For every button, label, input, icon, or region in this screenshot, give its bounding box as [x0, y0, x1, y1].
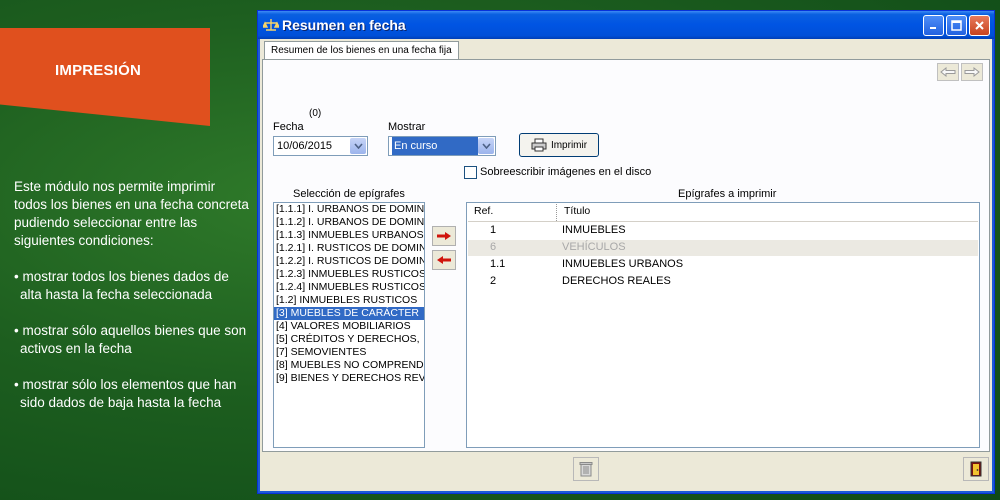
scale-icon [261, 17, 281, 33]
epigrafes-grid[interactable]: Ref. Título 1 INMUEBLES 6 VEHÍCULOS 1.1 INMUE… [466, 202, 980, 448]
window-title: Resumen en fecha [282, 17, 406, 33]
list-item[interactable]: [1.2.1] I. RUSTICOS DE DOMINIO [274, 242, 424, 255]
overwrite-label: Sobreescribir imágenes en el disco [480, 166, 652, 178]
list-item[interactable]: [8] MUEBLES NO COMPRENDIDOS [274, 359, 424, 372]
mostrar-label: Mostrar [388, 121, 426, 133]
list-item[interactable]: [9] BIENES Y DERECHOS REV [274, 372, 424, 385]
seleccion-listbox[interactable]: [1.1.1] I. URBANOS DE DOMINIO [1.1.2] I. … [273, 202, 425, 448]
overwrite-checkbox[interactable] [464, 166, 477, 179]
chevron-down-icon[interactable] [350, 138, 366, 154]
list-item[interactable]: [1.1.3] INMUEBLES URBANOS [274, 229, 424, 242]
epigrafes-label: Epígrafes a imprimir [678, 188, 777, 200]
grid-header: Ref. Título [468, 204, 978, 222]
mostrar-dropdown[interactable]: En curso [388, 136, 496, 156]
list-item[interactable]: [1.2.2] I. RUSTICOS DE DOMINIO [274, 255, 424, 268]
nav-back-button[interactable] [937, 63, 959, 81]
title-bar[interactable]: Resumen en fecha [258, 11, 994, 39]
promo-intro: Este módulo nos permite imprimir todos l… [14, 179, 249, 248]
ref-cell: 6 [490, 241, 497, 253]
trash-icon [579, 462, 593, 477]
fecha-value: 10/06/2015 [277, 140, 333, 152]
list-item[interactable]: [1.1.2] I. URBANOS DE DOMINIO [274, 216, 424, 229]
red-arrow-right-icon [437, 232, 451, 240]
maximize-button[interactable] [946, 15, 967, 36]
promo-bullet-3: • mostrar sólo los elementos que han sid… [14, 377, 237, 410]
minimize-icon [930, 27, 936, 29]
list-item[interactable]: [4] VALORES MOBILIARIOS [274, 320, 424, 333]
red-arrow-left-icon [437, 256, 451, 264]
close-button[interactable] [969, 15, 990, 36]
table-row[interactable]: 1 INMUEBLES [468, 223, 978, 239]
resumen-window: Resumen en fecha Resumen de los bienes e… [257, 10, 995, 494]
titulo-cell: INMUEBLES [562, 224, 626, 236]
table-row[interactable]: 2 DERECHOS REALES [468, 274, 978, 290]
titulo-cell: VEHÍCULOS [562, 241, 626, 253]
tab-resumen[interactable]: Resumen de los bienes en una fecha fija [264, 41, 459, 60]
chevron-down-icon[interactable] [478, 138, 494, 154]
ref-cell: 1.1 [490, 258, 506, 270]
arrow-left-icon [940, 67, 956, 77]
promo-bullet-1: • mostrar todos los bienes dados de alta… [14, 269, 229, 302]
delete-button[interactable] [573, 457, 599, 481]
titulo-cell: DERECHOS REALES [562, 275, 671, 287]
list-item[interactable]: [3] MUEBLES DE CARÁCTER [274, 307, 424, 320]
fecha-dropdown[interactable]: 10/06/2015 [273, 136, 368, 156]
table-row[interactable]: 6 VEHÍCULOS [468, 240, 978, 256]
promo-description: Este módulo nos permite imprimir todos l… [14, 178, 249, 430]
ref-cell: 1 [490, 224, 497, 236]
titulo-cell: INMUEBLES URBANOS [562, 258, 684, 270]
arrow-right-icon [964, 67, 980, 77]
table-row[interactable]: 1.1 INMUEBLES URBANOS [468, 257, 978, 273]
maximize-icon [951, 20, 962, 31]
col-titulo-header[interactable]: Título [564, 205, 590, 217]
printer-icon [531, 138, 547, 152]
list-item[interactable]: [1.2.3] INMUEBLES RUSTICOS [274, 268, 424, 281]
list-item[interactable]: [1.1.1] I. URBANOS DE DOMINIO [274, 203, 424, 216]
minimize-button[interactable] [923, 15, 944, 36]
fecha-label: Fecha [273, 121, 304, 133]
add-button[interactable] [432, 226, 456, 246]
remove-button[interactable] [432, 250, 456, 270]
count-label: (0) [309, 108, 322, 119]
list-item[interactable]: [7] SEMOVIENTES [274, 346, 424, 359]
tab-panel: (0) Fecha 10/06/2015 Mostrar En curso Im… [262, 59, 990, 452]
nav-forward-button[interactable] [961, 63, 983, 81]
promo-bullet-2: • mostrar sólo aquellos bienes que son a… [14, 323, 247, 356]
exit-door-icon [970, 461, 982, 477]
close-icon [975, 21, 984, 30]
col-ref-header[interactable]: Ref. [474, 205, 493, 217]
exit-button[interactable] [963, 457, 989, 481]
list-item[interactable]: [5] CRÉDITOS Y DERECHOS, [274, 333, 424, 346]
list-item[interactable]: [1.2] INMUEBLES RUSTICOS [274, 294, 424, 307]
window-client: Resumen de los bienes en una fecha fija … [261, 39, 991, 490]
mostrar-value: En curso [392, 137, 478, 155]
print-label: Imprimir [550, 139, 588, 151]
ref-cell: 2 [490, 275, 497, 287]
print-button[interactable]: Imprimir [519, 133, 599, 157]
list-item[interactable]: [1.2.4] INMUEBLES RUSTICOS [274, 281, 424, 294]
promo-title: IMPRESIÓN [55, 62, 141, 79]
seleccion-label: Selección de epígrafes [293, 188, 405, 200]
